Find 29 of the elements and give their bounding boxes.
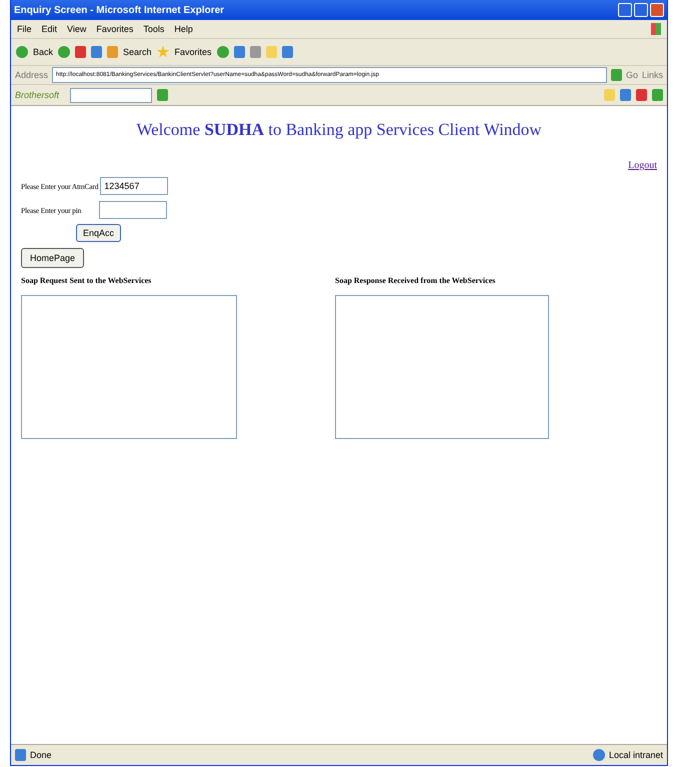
menu-item[interactable]: File (17, 24, 32, 34)
window-title: Enquiry Screen - Microsoft Internet Explorer (14, 4, 226, 16)
go-button[interactable]: Go (626, 70, 638, 80)
links-button[interactable]: Links (642, 70, 663, 80)
panel-title: Soap Request Sent to the WebServices (21, 276, 152, 285)
status-text: Done (30, 750, 52, 760)
panel-title: Soap Response Received from the WebServices (335, 276, 496, 285)
menu-item[interactable]: Help (174, 24, 193, 34)
menu-item[interactable]: Tools (143, 24, 164, 34)
logout-link[interactable]: Logout (628, 160, 657, 171)
maximize-button[interactable] (634, 3, 648, 17)
menu-item[interactable]: Favorites (96, 24, 134, 34)
text-area[interactable] (335, 295, 549, 439)
enquiry-button[interactable]: EnqAcc (76, 224, 122, 242)
toolbar-dropdown[interactable] (70, 88, 152, 102)
home-page-button[interactable]: HomePage (21, 248, 84, 268)
welcome-heading: Welcome SUDHA to Banking app Services Client Window (136, 120, 542, 140)
favorites-button[interactable]: Favorites (174, 47, 212, 57)
input-field[interactable] (99, 201, 167, 219)
minimize-button[interactable] (618, 3, 632, 17)
menu-item[interactable]: View (67, 24, 86, 34)
text-area[interactable] (21, 295, 237, 439)
address-label: Address (15, 70, 48, 80)
zone-text: Local intranet (608, 750, 663, 760)
input-field[interactable]: 1234567 (100, 177, 168, 195)
menu-item[interactable]: Edit (42, 24, 58, 34)
back-button[interactable]: Back (33, 47, 54, 57)
close-button[interactable] (650, 3, 664, 17)
search-button[interactable]: Search (123, 47, 152, 57)
